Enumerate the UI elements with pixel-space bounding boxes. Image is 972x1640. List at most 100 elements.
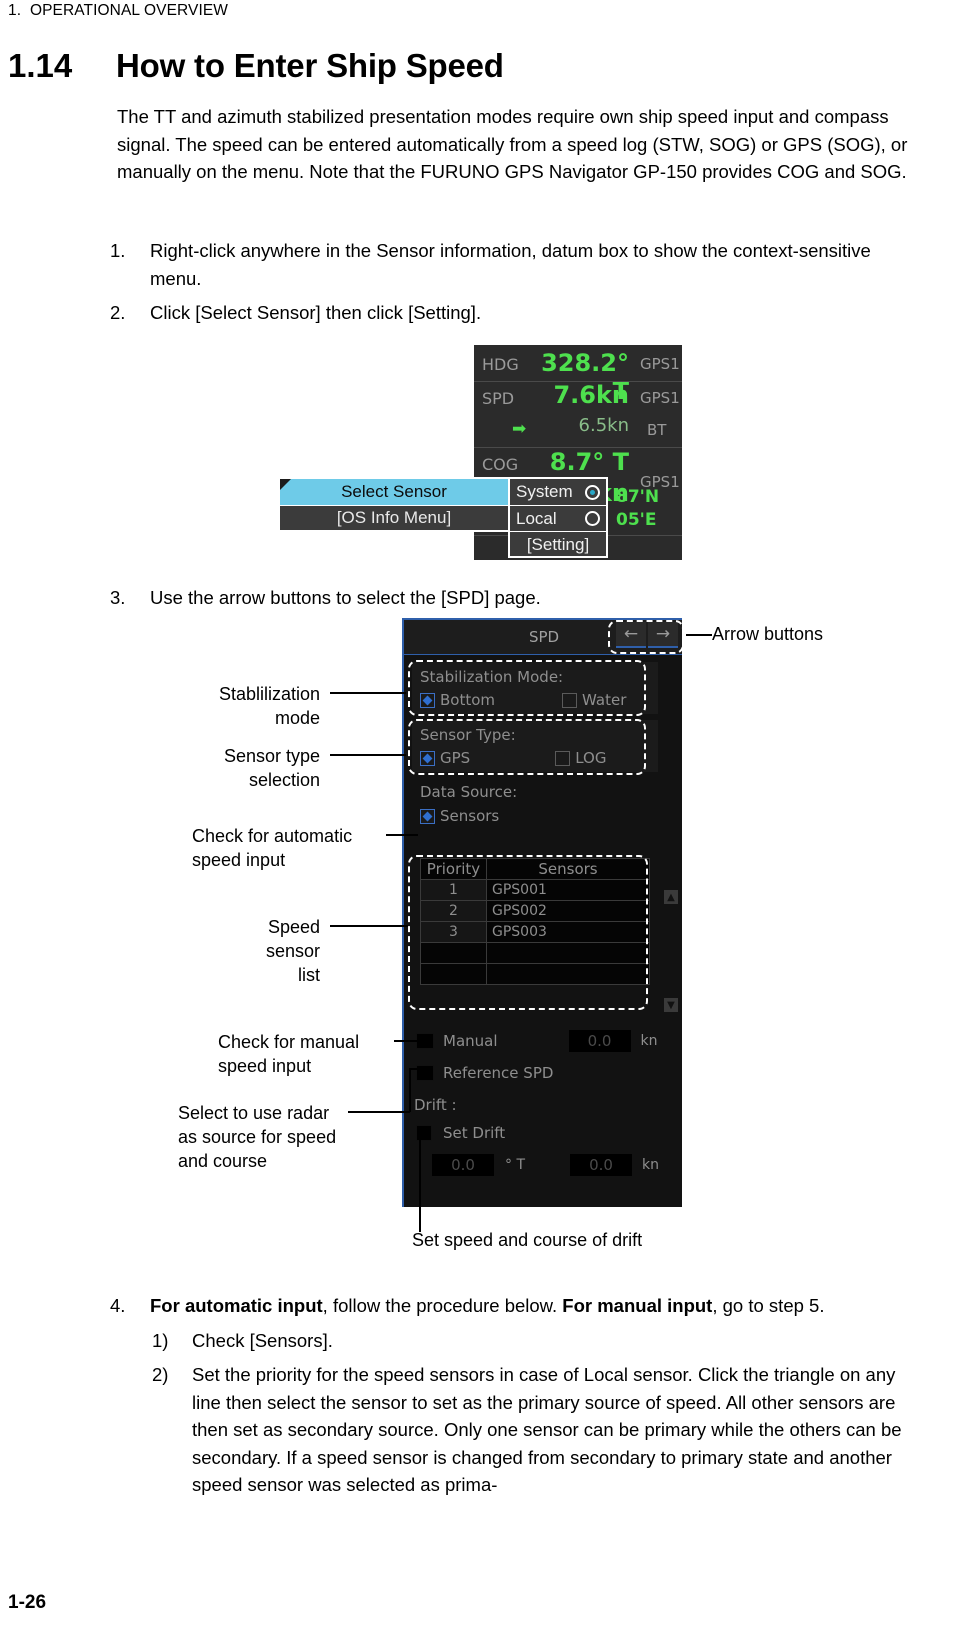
sensor-value-cog: 8.7° T <box>549 448 629 476</box>
leader-line <box>409 1068 421 1070</box>
drift-course-unit: ° T <box>505 1157 526 1173</box>
sensor-row-label-cog: COG <box>482 455 519 474</box>
data-source-label: Data Source: <box>420 783 518 801</box>
leader-line <box>394 1040 420 1042</box>
steps-list-3: 3. Use the arrow buttons to select the [… <box>110 584 922 619</box>
menu-item-select-sensor[interactable]: Select Sensor <box>280 479 508 505</box>
manual-speed-value[interactable]: 0.0 <box>568 1030 631 1052</box>
step-number: 2. <box>110 302 126 323</box>
table-row[interactable] <box>420 963 650 985</box>
table-row[interactable]: 3 GPS003 <box>420 921 650 943</box>
checkbox-bottom-icon[interactable] <box>420 692 435 708</box>
label-reference-spd: Reference SPD <box>443 1064 554 1082</box>
checkbox-log-icon[interactable] <box>555 750 571 766</box>
previous-page-arrow-icon[interactable]: ← <box>616 622 646 648</box>
step-text: For automatic input, follow the procedur… <box>150 1292 922 1320</box>
drift-speed-value[interactable]: 0.0 <box>570 1154 633 1176</box>
sensor-type-label: Sensor Type: <box>420 726 516 744</box>
option-label-gps: GPS <box>440 749 471 767</box>
sensor-source-spd: GPS1 <box>640 389 680 407</box>
cell-priority <box>420 942 487 964</box>
divider <box>474 447 682 448</box>
drift-label: Drift : <box>414 1096 457 1114</box>
column-header-priority: Priority <box>420 858 487 880</box>
table-row[interactable]: 1 GPS001 <box>420 879 650 901</box>
stabilization-mode-group: Stabilization Mode: Bottom Water <box>412 662 658 714</box>
radio-local-icon[interactable] <box>585 511 600 526</box>
section-title: How to Enter Ship Speed <box>116 47 504 84</box>
cell-sensor: GPS001 <box>486 879 650 901</box>
sensor-source-hdg: GPS1 <box>640 355 680 373</box>
table-row[interactable]: 2 GPS002 <box>420 900 650 922</box>
page-number: 1-26 <box>8 1592 47 1613</box>
step-text: Use the arrow buttons to select the [SPD… <box>150 587 541 608</box>
sensor-submenu[interactable]: System Local [Setting] <box>508 477 608 558</box>
checkbox-water-icon[interactable] <box>562 692 578 708</box>
scroll-up-icon[interactable]: ▲ <box>664 890 678 904</box>
substeps-list: 1) Check [Sensors]. 2) Set the priority … <box>152 1327 922 1499</box>
leader-line <box>330 925 408 927</box>
option-label-sensors: Sensors <box>440 807 500 825</box>
list-item: 4. For automatic input, follow the proce… <box>110 1292 922 1320</box>
substep-text: Check [Sensors]. <box>192 1329 333 1351</box>
sensor-value-spd: 7.6kn <box>553 381 629 409</box>
leader-line <box>686 634 712 636</box>
intro-paragraph: The TT and azimuth stabilized presentati… <box>117 106 908 182</box>
list-item: 3. Use the arrow buttons to select the [… <box>110 584 922 612</box>
context-menu[interactable]: Select Sensor [OS Info Menu] <box>278 477 510 532</box>
table-header-row: Priority Sensors <box>420 858 650 880</box>
page-title: 1.14 How to Enter Ship Speed <box>8 47 504 85</box>
list-item: 1. Right-click anywhere in the Sensor in… <box>110 237 922 292</box>
step-text: Right-click anywhere in the Sensor infor… <box>150 240 871 289</box>
step4-mid: , follow the procedure below. <box>322 1295 563 1316</box>
submenu-item-system[interactable]: System <box>510 479 606 505</box>
option-label-bottom: Bottom <box>440 691 496 709</box>
list-item: 1) Check [Sensors]. <box>152 1327 922 1355</box>
cell-sensor <box>486 942 650 964</box>
next-page-arrow-icon[interactable]: → <box>648 622 678 648</box>
cell-priority: 1 <box>420 879 487 901</box>
scroll-down-icon[interactable]: ▼ <box>664 998 678 1012</box>
submenu-item-local[interactable]: Local <box>510 505 606 531</box>
sensor-source-stw: BT <box>647 421 667 439</box>
latitude-value: 87'N <box>616 487 660 507</box>
checkbox-sensors-icon[interactable] <box>420 808 435 824</box>
step4-bold-manual: For manual input <box>562 1295 713 1316</box>
drift-speed-unit: kn <box>642 1157 659 1173</box>
radio-system-icon[interactable] <box>585 484 600 500</box>
manual-speed-unit: kn <box>640 1033 658 1049</box>
checkbox-gps-icon[interactable] <box>420 750 435 766</box>
steps-list-continued: 4. For automatic input, follow the proce… <box>110 1292 922 1506</box>
step4-bold-automatic: For automatic input <box>150 1295 323 1316</box>
submenu-item-setting[interactable]: [Setting] <box>510 531 606 557</box>
submenu-label-local: Local <box>516 508 557 528</box>
sensor-type-group: Sensor Type: GPS LOG <box>412 720 658 772</box>
drift-course-value[interactable]: 0.0 <box>432 1154 494 1176</box>
cell-priority <box>420 963 487 985</box>
leader-line <box>386 834 418 836</box>
menu-item-os-info-menu[interactable]: [OS Info Menu] <box>280 505 508 530</box>
annotation-set-speed-course: Set speed and course of drift <box>412 1230 643 1250</box>
set-drift-row: Set Drift <box>416 1124 505 1142</box>
step4-tail: , go to step 5. <box>712 1295 825 1316</box>
cell-sensor: GPS002 <box>486 900 650 922</box>
manual-speed-row: Manual 0.0 kn <box>416 1030 676 1052</box>
speed-sensor-table[interactable]: Priority Sensors 1 GPS001 2 GPS002 3 GPS… <box>420 858 650 985</box>
list-item: 2. Click [Select Sensor] then click [Set… <box>110 299 922 327</box>
running-head: 1. OPERATIONAL OVERVIEW <box>8 2 229 19</box>
sensor-value-stw: 6.5kn <box>578 415 629 436</box>
leader-line <box>330 754 406 756</box>
list-item: 2) Set the priority for the speed sensor… <box>152 1361 922 1499</box>
stabilization-mode-label: Stabilization Mode: <box>420 668 564 686</box>
step-number: 3. <box>110 587 126 608</box>
table-row[interactable] <box>420 942 650 964</box>
spd-dialog-figure: SPD ← → Stabilization Mode: Bottom Water… <box>402 618 682 1207</box>
menu-corner-marker <box>280 479 291 490</box>
label-manual: Manual <box>443 1032 498 1050</box>
leader-line <box>419 1136 421 1232</box>
annotation-arrow-buttons: Arrow buttons <box>712 624 824 644</box>
substep-text: Set the priority for the speed sensors i… <box>192 1364 902 1495</box>
speed-arrow-icon: ➡ <box>512 419 527 438</box>
annotation-sensor-type: Sensor type selection <box>223 746 320 790</box>
option-label-water: Water <box>582 691 627 709</box>
